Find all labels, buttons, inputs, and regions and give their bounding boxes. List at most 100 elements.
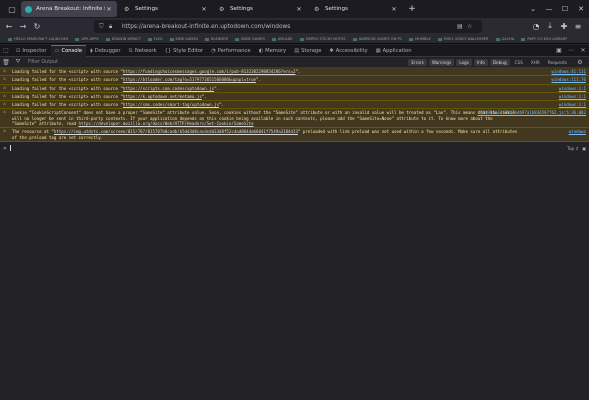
devtools-tab-accessibility[interactable]: ✱ Accessibility bbox=[325, 45, 371, 57]
bookmark-star-icon[interactable]: ☆ bbox=[467, 23, 477, 30]
lock-icon[interactable]: 🔒︎ bbox=[109, 23, 119, 31]
warning-icon: ⚠ bbox=[3, 128, 7, 135]
trash-icon[interactable]: 🗑︎ bbox=[0, 59, 12, 66]
bookmark-item[interactable]: SIMPLE STICKY NOTES bbox=[300, 37, 346, 41]
devtools-tab-debugger[interactable]: ◗ Debugger bbox=[86, 45, 124, 57]
filter-errors-button[interactable]: Errors bbox=[408, 58, 427, 66]
bookmark-item[interactable]: INDIE GAMES bbox=[235, 37, 265, 41]
bookmark-item[interactable]: FLEX bbox=[148, 37, 163, 41]
filter-xhr-button[interactable]: XHR bbox=[528, 59, 543, 66]
message-source-link[interactable]: d19a9b4a31f3847bdb97a1b836587f62.js:5:36… bbox=[478, 110, 586, 115]
message-url-link[interactable]: https://scripts.com.codes/uptodown.js bbox=[123, 86, 214, 91]
message-url-link[interactable]: https://developer.mozilla.org/docs/Web/H… bbox=[79, 121, 254, 126]
devtools-tab-storage[interactable]: ▤ Storage bbox=[290, 45, 325, 57]
message-source-link[interactable]: windows:41:111 bbox=[551, 69, 586, 74]
message-url-link[interactable]: https://img.utdstc.com/screen/015/707/01… bbox=[54, 129, 298, 134]
message-text: Loading failed for the <script> with sou… bbox=[12, 77, 123, 83]
message-text: ”. bbox=[295, 69, 301, 74]
devtools-toolbar: ⬚ ⊡ Inspector ▭ Console ◗ Debugger ⇅ Network{} S… bbox=[0, 44, 589, 57]
bookmark-item[interactable]: APK APPS bbox=[75, 37, 98, 41]
tab-arena-breakout[interactable]: Arena Breakout: Infinite for Wi ✕ bbox=[21, 1, 117, 17]
bookmark-item[interactable]: ARCADE bbox=[272, 37, 293, 41]
bookmark-item[interactable]: KINK GAMES bbox=[170, 37, 199, 41]
element-picker-icon[interactable]: ⬚ bbox=[0, 47, 12, 54]
message-url-link[interactable]: https://fundingchoicesmessages.google.co… bbox=[123, 69, 296, 74]
message-url-link[interactable]: https://sms.codes/smart-tag/uptodown.js bbox=[123, 102, 219, 107]
bookmark-item[interactable]: DRAWIN IMPACT bbox=[106, 37, 141, 41]
reader-view-icon[interactable]: ▤ bbox=[457, 23, 467, 30]
tab-title: Settings bbox=[230, 6, 253, 12]
bookmark-item[interactable]: PAPY CO DEV LIBRARY bbox=[521, 37, 567, 41]
back-icon[interactable]: ← bbox=[2, 20, 16, 34]
message-source-link[interactable]: windows:111:76 bbox=[551, 77, 586, 82]
message-source-link[interactable]: windows:1:1 bbox=[559, 86, 586, 91]
downloads-icon[interactable]: ⤓ bbox=[543, 19, 557, 33]
split-console-icon[interactable]: ▣ bbox=[582, 146, 586, 151]
forward-icon[interactable]: → bbox=[16, 20, 30, 34]
message-text: ”. bbox=[256, 77, 261, 83]
message-url-link[interactable]: https://k.uptodown.net/metamo.js bbox=[123, 94, 202, 99]
reload-icon[interactable]: ↻ bbox=[30, 20, 44, 34]
console-warning-message: ⚠ Loading failed for the <script> with so… bbox=[0, 68, 589, 77]
url-bar[interactable]: ⛉ 🔒︎ https://arena-breakout-infinite.en.… bbox=[94, 20, 482, 33]
message-source-link[interactable]: windows:1:1 bbox=[559, 94, 586, 99]
console-input[interactable]: » Top ⇕ ▣ bbox=[0, 143, 589, 153]
devtools-tab-inspector[interactable]: ⊡ Inspector bbox=[12, 45, 51, 57]
new-tab-button[interactable]: + bbox=[406, 4, 418, 14]
tab-title: Settings bbox=[135, 6, 158, 12]
filter-info-button[interactable]: Info bbox=[473, 58, 488, 66]
devtools-tab-label: Application bbox=[382, 47, 412, 54]
close-devtools-icon[interactable]: ✕ bbox=[577, 47, 589, 54]
devtools-tab-memory[interactable]: ◐ Memory bbox=[255, 45, 291, 57]
devtools-tab-console[interactable]: ▭ Console bbox=[50, 44, 87, 57]
bookmark-item[interactable]: MUMBLE bbox=[409, 37, 431, 41]
shield-icon[interactable]: ⛉ bbox=[99, 23, 109, 31]
extensions-icon[interactable]: ✚ bbox=[557, 19, 571, 33]
bookmark-item[interactable]: ANDROID GAMES ON PC bbox=[353, 37, 403, 41]
gear-icon: ⚙ bbox=[314, 5, 320, 13]
devtools-tab-performance[interactable]: ◔ Performance bbox=[207, 45, 254, 57]
console-warning-message: ⚠ Loading failed for the <script> with so… bbox=[0, 84, 589, 93]
menu-icon[interactable]: ≡ bbox=[571, 19, 585, 33]
tab-title: Settings bbox=[325, 6, 348, 12]
gear-icon: ⚙ bbox=[124, 5, 130, 13]
message-url-link[interactable]: https://btloader.com/tag?o=5179773651566… bbox=[123, 77, 256, 82]
close-icon[interactable]: ✕ bbox=[295, 6, 303, 13]
more-options-icon[interactable]: ⋯ bbox=[565, 47, 577, 54]
bookmark-item[interactable]: HELLO MINECRAFT LAUNCHER bbox=[8, 37, 68, 41]
bookmark-item[interactable]: PIXEL VIDEO WALLPAPER bbox=[438, 37, 489, 41]
tab-settings[interactable]: ⚙ Settings ✕ bbox=[120, 1, 212, 17]
tab-settings[interactable]: ⚙ Settings ✕ bbox=[310, 1, 402, 17]
tab-settings[interactable]: ⚙ Settings ✕ bbox=[215, 1, 307, 17]
tab-list-icon[interactable]: ⌄ bbox=[525, 5, 541, 13]
filter-logs-button[interactable]: Logs bbox=[456, 58, 472, 66]
gear-icon[interactable]: ⚙ bbox=[574, 59, 586, 66]
context-selector[interactable]: Top ⇕ bbox=[567, 146, 579, 151]
devtools-tab-style-editor[interactable]: {} Style Editor bbox=[161, 45, 208, 57]
filter-debug-button[interactable]: Debug bbox=[489, 58, 510, 66]
filter-requests-button[interactable]: Requests bbox=[545, 59, 570, 66]
console-warning-message: ⚠ The resource at “https://img.utdstc.com… bbox=[0, 128, 589, 142]
close-window-button[interactable]: ✕ bbox=[573, 5, 589, 13]
close-icon[interactable]: ✕ bbox=[105, 6, 113, 13]
message-text: Loading failed for the <script> with sou… bbox=[12, 69, 123, 74]
filter-output-input[interactable]: Filter Output bbox=[28, 60, 58, 65]
filter-warnings-button[interactable]: Warnings bbox=[428, 58, 455, 66]
minimize-button[interactable]: — bbox=[541, 5, 557, 13]
maximize-button[interactable]: ☐ bbox=[557, 5, 573, 13]
bookmark-item[interactable]: GACHA bbox=[496, 37, 515, 41]
devtools-tab-network[interactable]: ⇅ Network bbox=[124, 45, 160, 57]
pocket-icon[interactable]: ◔ bbox=[529, 19, 543, 33]
url-text[interactable]: https://arena-breakout-infinite.en.uptod… bbox=[122, 24, 457, 30]
devtools-tab-application[interactable]: ▦ Application bbox=[372, 45, 416, 57]
filter-css-button[interactable]: CSS bbox=[512, 59, 526, 66]
warning-icon: ⚠ bbox=[3, 84, 7, 91]
message-source-link[interactable]: windows:1:1 bbox=[559, 102, 586, 107]
close-icon[interactable]: ✕ bbox=[200, 6, 208, 13]
tab-overview-icon[interactable]: ▢ bbox=[6, 3, 18, 15]
close-icon[interactable]: ✕ bbox=[390, 6, 398, 13]
message-source-link[interactable]: windows bbox=[569, 129, 586, 134]
bookmark-item[interactable]: BLENDER bbox=[205, 37, 228, 41]
responsive-design-icon[interactable]: ▣ bbox=[553, 47, 565, 54]
style-editor-icon: {} bbox=[164, 47, 172, 54]
